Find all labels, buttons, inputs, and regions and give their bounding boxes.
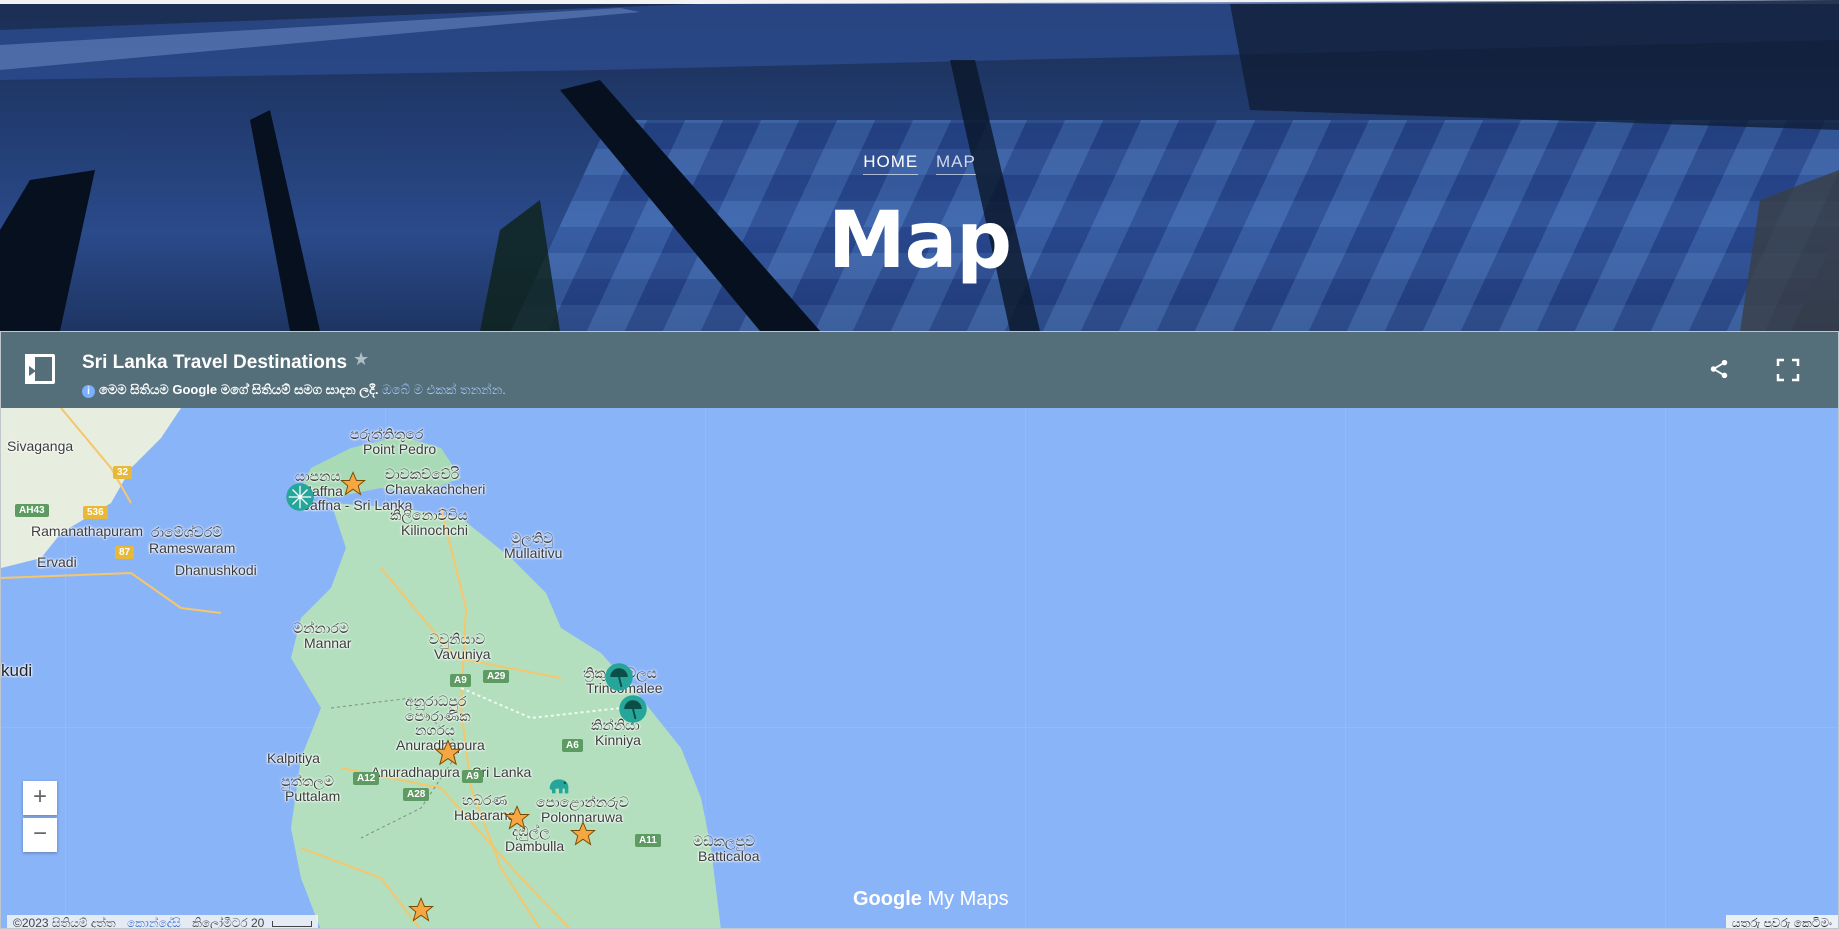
map-embed: Sri Lanka Travel Destinations ★ i මෙම සිත… <box>0 331 1839 929</box>
map-label: Point Pedro <box>363 441 437 457</box>
star-marker-icon[interactable] <box>503 804 531 832</box>
map-label: Mannar <box>304 635 352 651</box>
notice-text: මෙම සිතියම Google මගේ සිතියම් සමග සාදන ල… <box>99 382 379 397</box>
hero-banner: HOME MAP Map <box>0 0 1839 331</box>
road-shield: A11 <box>635 834 661 847</box>
map-scale: කිලෝමීටර 20 <box>192 916 265 929</box>
map-label: Sivaganga <box>7 438 74 454</box>
map-label: Kilinochchi <box>401 522 468 538</box>
zoom-out-button[interactable]: − <box>23 818 57 852</box>
elephant-marker-icon[interactable] <box>544 770 574 798</box>
road-shield: A29 <box>483 670 510 683</box>
map-label: Dambulla <box>505 838 565 854</box>
map-label: Vavuniya <box>434 646 491 662</box>
map-title: Sri Lanka Travel Destinations <box>82 352 348 373</box>
road-shield: A9 <box>450 674 471 687</box>
share-icon[interactable] <box>1708 358 1730 380</box>
map-label: Ramanathapuram <box>31 523 144 539</box>
info-icon: i <box>82 385 95 398</box>
umbrella-marker-icon[interactable] <box>618 694 648 724</box>
umbrella-marker-icon[interactable] <box>604 662 634 692</box>
scale-bar <box>271 921 312 927</box>
my-maps-wordmark: My Maps <box>927 888 1009 910</box>
map-label: Kalpitiya <box>267 750 320 766</box>
road-shield: 32 <box>113 466 133 479</box>
map-footer: ©2023 සිතියම් දත්ත කොන්දේසි කිලෝමීටර 20 <box>7 915 318 929</box>
road-shield: 87 <box>115 546 135 559</box>
fullscreen-icon[interactable] <box>1776 358 1800 382</box>
nav-home-link[interactable]: HOME <box>863 152 919 175</box>
map-label: Dhanushkodi <box>175 562 257 578</box>
sidebar-toggle-icon[interactable] <box>25 354 55 384</box>
nav-map-link[interactable]: MAP <box>935 152 976 175</box>
map-label: Puttalam <box>285 788 341 804</box>
star-marker-icon[interactable] <box>339 470 367 498</box>
road-shield: A28 <box>403 788 430 801</box>
create-map-link[interactable]: ඔබේ ම එකක් තනන්න. <box>382 382 506 397</box>
map-label: kudi <box>1 661 33 680</box>
map-canvas[interactable]: Sivaganga පරුත්තිතුරෙ Point Pedro යාපනය … <box>1 408 1838 929</box>
map-notice: i මෙම සිතියම Google මගේ සිතියම් සමග සාදන … <box>82 382 506 398</box>
map-label: Ervadi <box>37 554 77 570</box>
road-shield: A6 <box>562 739 583 752</box>
keyboard-shortcuts-link[interactable]: යතුරු පුවරු කෙටිමං <box>1725 915 1838 928</box>
terms-link[interactable]: කොන්දේසි <box>127 916 181 928</box>
beach-marker-icon[interactable] <box>285 482 315 512</box>
star-marker-icon[interactable] <box>407 896 435 924</box>
page-title: Map <box>827 196 1012 286</box>
map-header: Sri Lanka Travel Destinations ★ i මෙම සිත… <box>1 332 1838 408</box>
map-copyright: ©2023 සිතියම් දත්ත <box>13 916 116 929</box>
land-mass <box>1 408 721 928</box>
map-label: රාමේශ්වරම් <box>151 524 223 540</box>
map-label: Chavakachcheri <box>385 481 486 497</box>
star-marker-icon[interactable] <box>569 820 597 848</box>
map-label: Mullaitivu <box>504 545 563 561</box>
breadcrumb: HOME MAP <box>0 152 1839 175</box>
map-label: Rameswaram <box>149 540 236 556</box>
road-shield: A12 <box>353 772 380 785</box>
google-my-maps-logo: Google My Maps <box>853 888 1009 911</box>
road-shield: 536 <box>83 506 108 519</box>
road-shield: AH43 <box>15 504 49 517</box>
google-wordmark: Google <box>853 888 922 910</box>
star-marker-icon[interactable] <box>433 738 463 768</box>
zoom-in-button[interactable]: + <box>23 781 57 815</box>
map-label: Batticaloa <box>698 848 760 864</box>
map-label: Kinniya <box>595 732 641 748</box>
road-shield: A9 <box>462 770 483 783</box>
star-icon[interactable]: ★ <box>353 349 369 370</box>
